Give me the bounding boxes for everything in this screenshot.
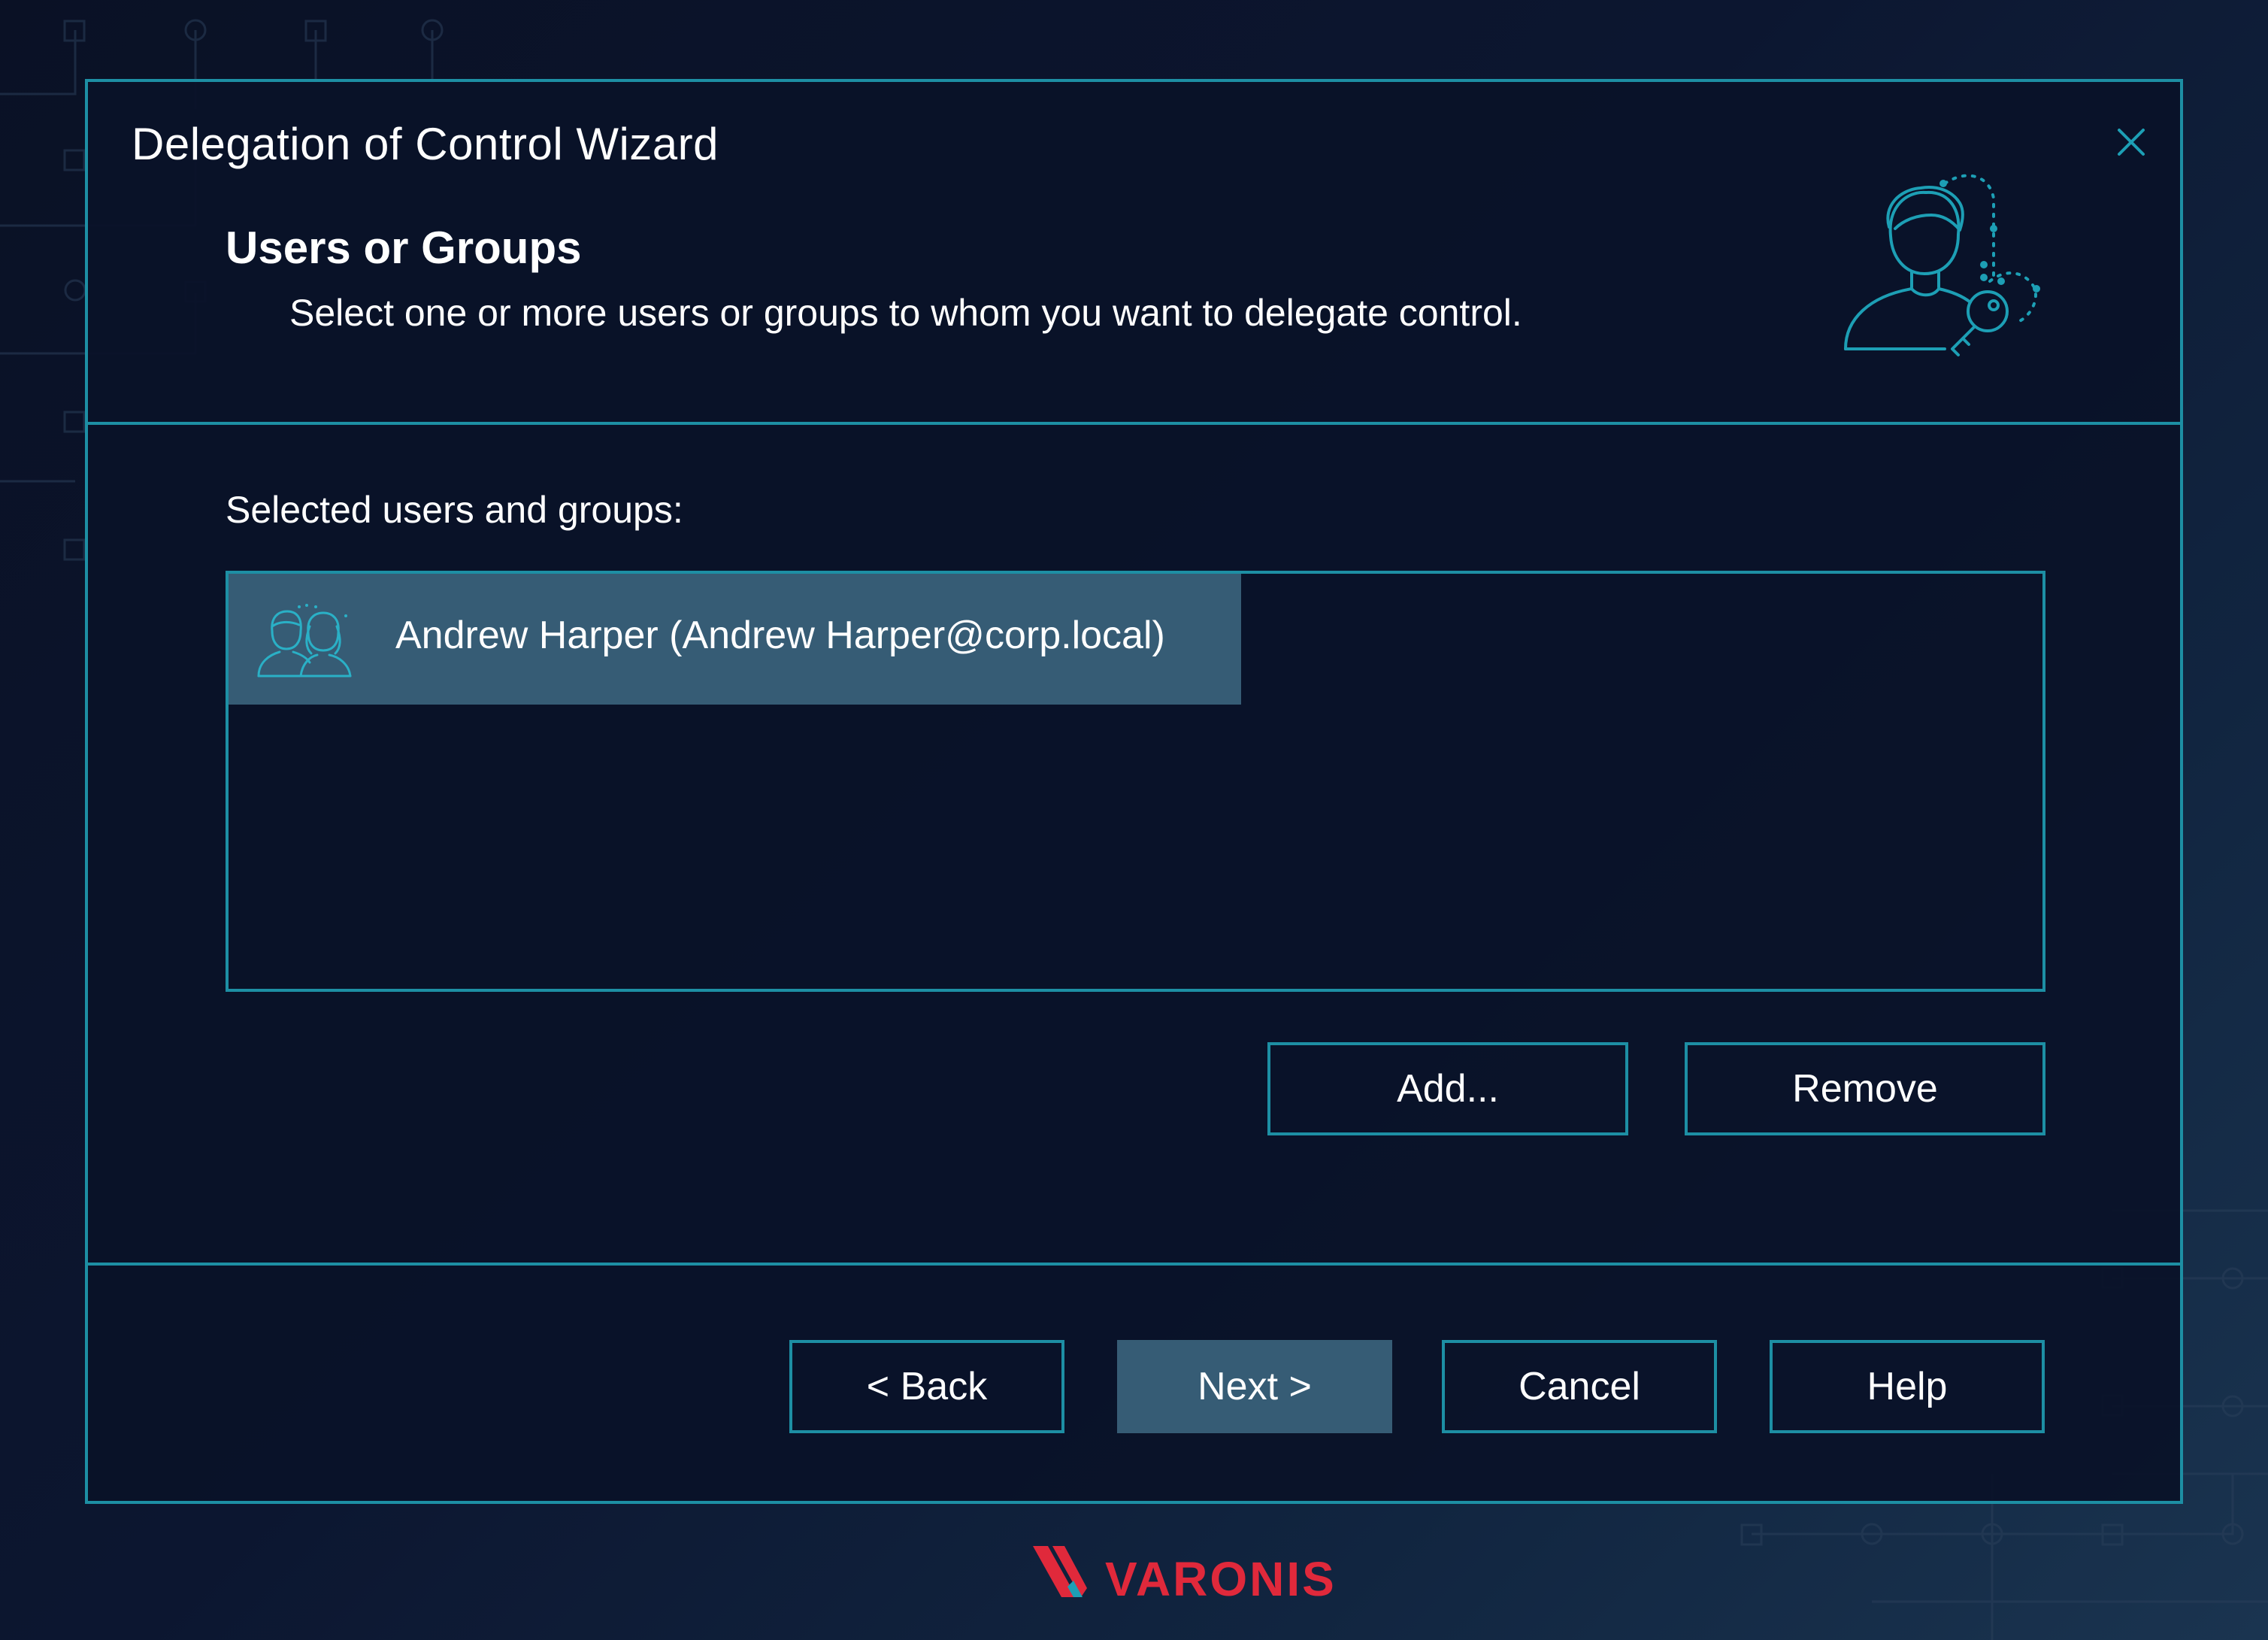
list-item[interactable]: Andrew Harper (Andrew Harper@corp.local) xyxy=(229,574,1241,705)
user-key-icon xyxy=(1844,174,2040,356)
selected-users-list[interactable]: Andrew Harper (Andrew Harper@corp.local) xyxy=(226,571,2045,992)
cancel-button[interactable]: Cancel xyxy=(1442,1340,1717,1433)
back-button[interactable]: < Back xyxy=(789,1340,1064,1433)
app-background: Delegation of Control Wizard Users or Gr… xyxy=(0,0,2268,1640)
help-button[interactable]: Help xyxy=(1770,1340,2045,1433)
section-title: Users or Groups xyxy=(226,223,582,273)
selected-users-label: Selected users and groups: xyxy=(226,489,683,531)
close-icon xyxy=(2118,129,2145,156)
list-item-label: Andrew Harper (Andrew Harper@corp.local) xyxy=(395,614,1165,657)
next-button[interactable]: Next > xyxy=(1117,1340,1392,1433)
close-button[interactable] xyxy=(2110,121,2152,163)
varonis-logo: VARONIS xyxy=(1033,1546,1337,1603)
brand-name: VARONIS xyxy=(1105,1552,1337,1603)
group-icon xyxy=(257,604,352,678)
wizard-header: Delegation of Control Wizard Users or Gr… xyxy=(88,82,2180,425)
remove-button[interactable]: Remove xyxy=(1685,1042,2045,1135)
section-description: Select one or more users or groups to wh… xyxy=(289,292,1522,334)
add-button[interactable]: Add... xyxy=(1267,1042,1628,1135)
footer-divider xyxy=(88,1263,2180,1266)
wizard-dialog: Delegation of Control Wizard Users or Gr… xyxy=(85,79,2183,1504)
dialog-title: Delegation of Control Wizard xyxy=(132,119,719,169)
